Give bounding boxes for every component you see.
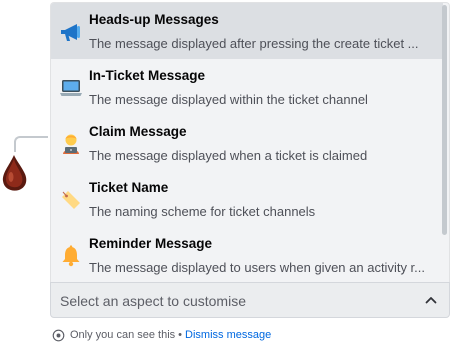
option-description: The message displayed when a ticket is c… xyxy=(89,148,368,163)
option-title: Ticket Name xyxy=(89,180,169,195)
option-description: The naming scheme for ticket channels xyxy=(89,204,316,219)
option-description: The message displayed within the ticket … xyxy=(89,92,368,107)
bot-avatar[interactable] xyxy=(0,154,30,192)
option-description: The message displayed after pressing the… xyxy=(89,36,419,51)
option-description: The message displayed to users when give… xyxy=(89,260,426,275)
option-ticket-name[interactable]: Ticket Name The naming scheme for ticket… xyxy=(51,171,443,227)
option-title: Claim Message xyxy=(89,124,187,139)
option-title: In-Ticket Message xyxy=(89,68,206,83)
chevron-up-icon[interactable] xyxy=(425,295,437,305)
ephemeral-note: Only you can see this xyxy=(70,329,176,341)
menu-scrollbar[interactable] xyxy=(441,3,447,282)
technologist-icon xyxy=(63,134,79,154)
laptop-icon xyxy=(60,80,82,96)
megaphone-icon xyxy=(61,24,80,41)
option-in-ticket-message[interactable]: In-Ticket Message The message displayed … xyxy=(51,59,443,115)
bell-icon xyxy=(62,245,80,267)
ephemeral-notice: Only you can see this • Dismiss message xyxy=(52,328,271,342)
aspect-select[interactable]: Select an aspect to customise xyxy=(50,282,450,318)
ephemeral-separator: • xyxy=(178,329,183,341)
aspect-select-placeholder: Select an aspect to customise xyxy=(60,293,246,309)
eye-icon xyxy=(52,329,65,341)
menu-scrollbar-thumb[interactable] xyxy=(442,5,447,235)
option-reminder-message[interactable]: Reminder Message The message displayed t… xyxy=(51,227,443,282)
option-title: Reminder Message xyxy=(89,236,213,251)
option-claim-message[interactable]: Claim Message The message displayed when… xyxy=(51,115,443,171)
label-tag-icon xyxy=(62,191,80,209)
aspect-options-menu: Heads-up Messages The message displayed … xyxy=(50,2,450,282)
option-title: Heads-up Messages xyxy=(89,12,219,27)
option-heads-up-messages[interactable]: Heads-up Messages The message displayed … xyxy=(51,3,443,59)
dismiss-message-link[interactable]: Dismiss message xyxy=(185,329,271,341)
reply-connector-line xyxy=(14,136,48,152)
